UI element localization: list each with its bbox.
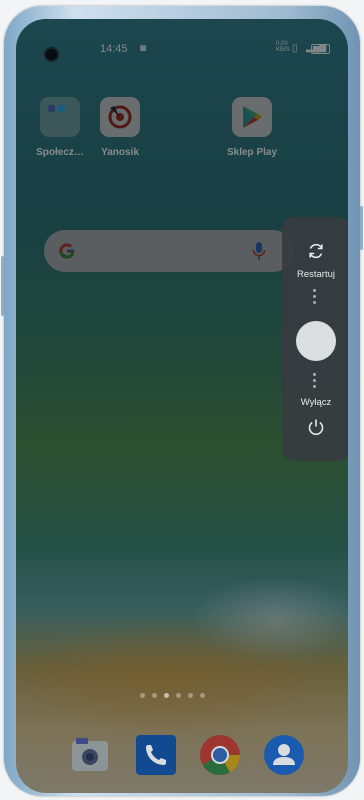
dock-contacts[interactable] <box>262 733 306 777</box>
volume-button <box>1 256 4 316</box>
camera-icon <box>72 738 108 771</box>
dock-camera[interactable] <box>68 733 112 777</box>
slider-track-bottom <box>313 373 316 391</box>
slider-track-top <box>313 289 316 307</box>
restart-label[interactable]: Restartuj <box>282 269 348 280</box>
power-icon[interactable] <box>306 417 326 437</box>
contacts-icon <box>264 735 304 775</box>
chrome-icon <box>200 735 240 775</box>
power-side-button <box>360 206 363 250</box>
home-screen: 14:45 ◙ 0,00 KB/S ▯ ▂▄▆ Społecz… Yanosik… <box>16 19 348 793</box>
page-indicator <box>16 693 348 699</box>
refresh-icon[interactable] <box>306 241 326 261</box>
power-slider-knob[interactable] <box>296 321 336 361</box>
phone-icon <box>136 735 176 775</box>
dock-chrome[interactable] <box>198 733 242 777</box>
phone-frame: 14:45 ◙ 0,00 KB/S ▯ ▂▄▆ Społecz… Yanosik… <box>1 6 363 796</box>
shutdown-label[interactable]: Wyłącz <box>282 397 348 408</box>
power-menu: Restartuj Wyłącz <box>282 217 348 461</box>
dock-phone[interactable] <box>134 733 178 777</box>
